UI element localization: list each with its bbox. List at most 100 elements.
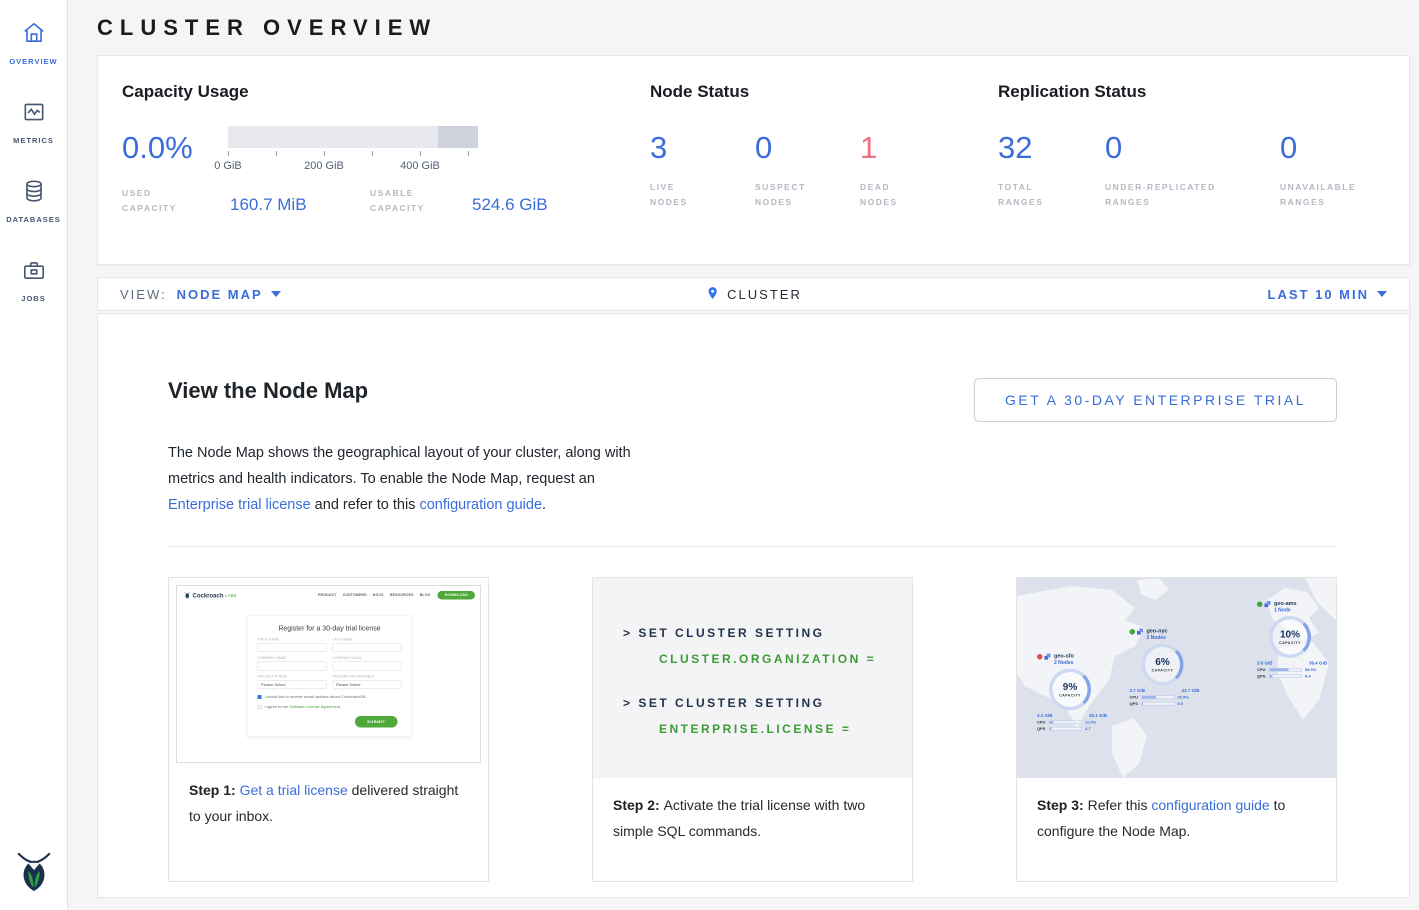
region-status-dot [1130,629,1136,635]
sql-setting-line: ENTERPRISE.LICENSE = [659,722,912,736]
used-capacity-value: 160.7 MiB [230,195,370,216]
map-region-geo-nyc: geo-nyc 2 Nodes 6% CAPACITY 3.7 GiB43.7 … [1130,628,1210,706]
mini-company-name-field [258,662,327,671]
step2-card: > SET CLUSTER SETTING CLUSTER.ORGANIZATI… [592,577,913,882]
configuration-guide-link[interactable]: configuration guide [1151,797,1269,813]
sql-prompt-line: > SET CLUSTER SETTING [623,626,912,640]
usable-capacity-label: USABLECAPACITY [370,186,472,216]
replication-status-section: Replication Status 32 TOTALRANGES 0 UNDE… [998,82,1409,264]
mini-company-email-field [333,662,402,671]
mini-email-updates-checkbox: I would like to receive email updates ab… [258,695,402,700]
enterprise-trial-license-link[interactable]: Enterprise trial license [168,497,311,513]
capacity-bar: 0 GiB 200 GiB 400 GiB [228,126,478,174]
region-status-dot [1037,654,1043,660]
capacity-bar-track [228,126,478,148]
setup-steps: CockroachLABS PRODUCTCUSTOMERSDOCSRESOUR… [168,577,1337,882]
capacity-gauge: 9% CAPACITY [1049,669,1091,711]
page-title: CLUSTER OVERVIEW [97,13,1410,42]
capacity-used-percent: 0.0% [122,132,228,163]
suspect-nodes-value: 0 [755,132,860,163]
under-replicated-ranges-value: 0 [1105,132,1280,163]
mini-reason-select: Please Select [333,680,402,689]
mini-submit-button: SUBMIT [355,716,397,728]
database-icon [21,178,47,209]
time-range-dropdown[interactable]: LAST 10 MIN [1268,287,1387,302]
sidebar-item-databases[interactable]: DATABASES [0,158,67,237]
suspect-nodes-stat: 0 SUSPECTNODES [755,132,860,210]
metrics-icon [21,99,47,130]
mini-project-phase-select: Please Select [258,680,327,689]
capacity-axis-ticks [228,151,478,157]
sidebar-item-label: DATABASES [6,215,61,224]
capacity-gauge: 10% CAPACITY [1269,616,1311,658]
node-cluster-icon [1137,628,1145,638]
cluster-summary-card: Capacity Usage 0.0% 0 GiB 200 GiB [97,55,1410,265]
capacity-usage-section: Capacity Usage 0.0% 0 GiB 200 GiB [122,82,650,264]
mini-site-nav: PRODUCTCUSTOMERSDOCSRESOURCESBLOG [318,594,431,598]
capacity-gauge: 6% CAPACITY [1142,644,1184,686]
capacity-usage-title: Capacity Usage [122,82,650,102]
sql-prompt-line: > SET CLUSTER SETTING [623,696,912,710]
total-ranges-value: 32 [998,132,1105,163]
capacity-tick-label: 0 GiB [214,160,242,172]
node-status-section: Node Status 3 LIVENODES 0 SUSPECTNODES 1… [650,82,998,264]
sidebar-item-jobs[interactable]: JOBS [0,237,67,316]
map-region-geo-sfo: geo-sfo 2 Nodes 9% CAPACITY 3.2 GiB35.1 … [1037,653,1117,731]
capacity-bar-reserved-segment [438,126,478,148]
node-map-heading: View the Node Map [168,378,368,404]
get-trial-license-link[interactable]: Get a trial license [240,782,348,798]
map-pin-icon [705,284,719,305]
sidebar-item-label: METRICS [13,136,54,145]
step3-caption: Step 3: Refer this configuration guide t… [1037,792,1316,844]
view-label: VIEW: [120,287,167,302]
sidebar-item-metrics[interactable]: METRICS [0,79,67,158]
sidebar: OVERVIEW METRICS DATABASES JOBS [0,0,68,910]
sql-setting-line: CLUSTER.ORGANIZATION = [659,652,912,666]
used-capacity-label: USEDCAPACITY [122,186,230,216]
replication-status-title: Replication Status [998,82,1409,102]
node-map-preview: geo-sfo 2 Nodes 9% CAPACITY 3.2 GiB35.1 … [1017,578,1336,778]
step3-card: geo-sfo 2 Nodes 9% CAPACITY 3.2 GiB35.1 … [1016,577,1337,882]
capacity-tick-label: 200 GiB [304,160,344,172]
chevron-down-icon [1377,291,1387,297]
enterprise-trial-button[interactable]: GET A 30-DAY ENTERPRISE TRIAL [974,378,1337,422]
node-map-description: The Node Map shows the geographical layo… [168,440,638,518]
sql-commands-box: > SET CLUSTER SETTING CLUSTER.ORGANIZATI… [593,578,912,778]
cockroachdb-logo-icon [15,849,53,898]
sidebar-item-label: OVERVIEW [9,57,57,66]
chevron-down-icon [271,291,281,297]
divider [168,546,1337,547]
trial-registration-screenshot: CockroachLABS PRODUCTCUSTOMERSDOCSRESOUR… [176,585,481,763]
region-status-dot [1257,602,1263,608]
node-cluster-icon [1044,653,1052,663]
step1-caption: Step 1: Get a trial license delivered st… [189,777,468,829]
map-region-geo-ams: geo-ams 1 Node 10% CAPACITY 3.6 GiB36.4 … [1257,601,1336,679]
dead-nodes-value: 1 [860,132,898,163]
mini-first-name-field [258,643,327,652]
configuration-guide-link[interactable]: configuration guide [419,497,542,513]
mini-form-title: Register for a 30-day trial license [258,624,402,632]
step2-caption: Step 2: Activate the trial license with … [613,792,892,844]
unavailable-ranges-value: 0 [1280,132,1356,163]
node-status-title: Node Status [650,82,998,102]
capacity-tick-label: 400 GiB [400,160,440,172]
total-ranges-stat: 32 TOTALRANGES [998,132,1105,210]
briefcase-icon [21,257,47,288]
mini-registration-form: Register for a 30-day trial license FIRS… [247,616,412,738]
node-map-panel: View the Node Map GET A 30-DAY ENTERPRIS… [97,313,1410,898]
dead-nodes-stat: 1 DEADNODES [860,132,898,210]
sidebar-item-label: JOBS [21,294,45,303]
mini-download-button: DOWNLOAD [438,591,475,600]
live-nodes-stat: 3 LIVENODES [650,132,755,210]
view-selector-dropdown[interactable]: NODE MAP [177,287,281,302]
node-cluster-icon [1264,601,1272,611]
usable-capacity-value: 524.6 GiB [472,195,548,216]
scope-breadcrumb: CLUSTER [705,284,802,305]
content-area: CLUSTER OVERVIEW Capacity Usage 0.0% [68,0,1419,910]
view-bar: VIEW: NODE MAP CLUSTER LAST 10 MIN [97,277,1410,311]
mini-license-agreement-checkbox: I agree to the Software License Agreemen… [258,705,402,710]
unavailable-ranges-stat: 0 UNAVAILABLERANGES [1280,132,1356,210]
sidebar-item-overview[interactable]: OVERVIEW [0,0,67,79]
mini-last-name-field [333,643,402,652]
cockroach-labs-logo: CockroachLABS [184,592,237,600]
